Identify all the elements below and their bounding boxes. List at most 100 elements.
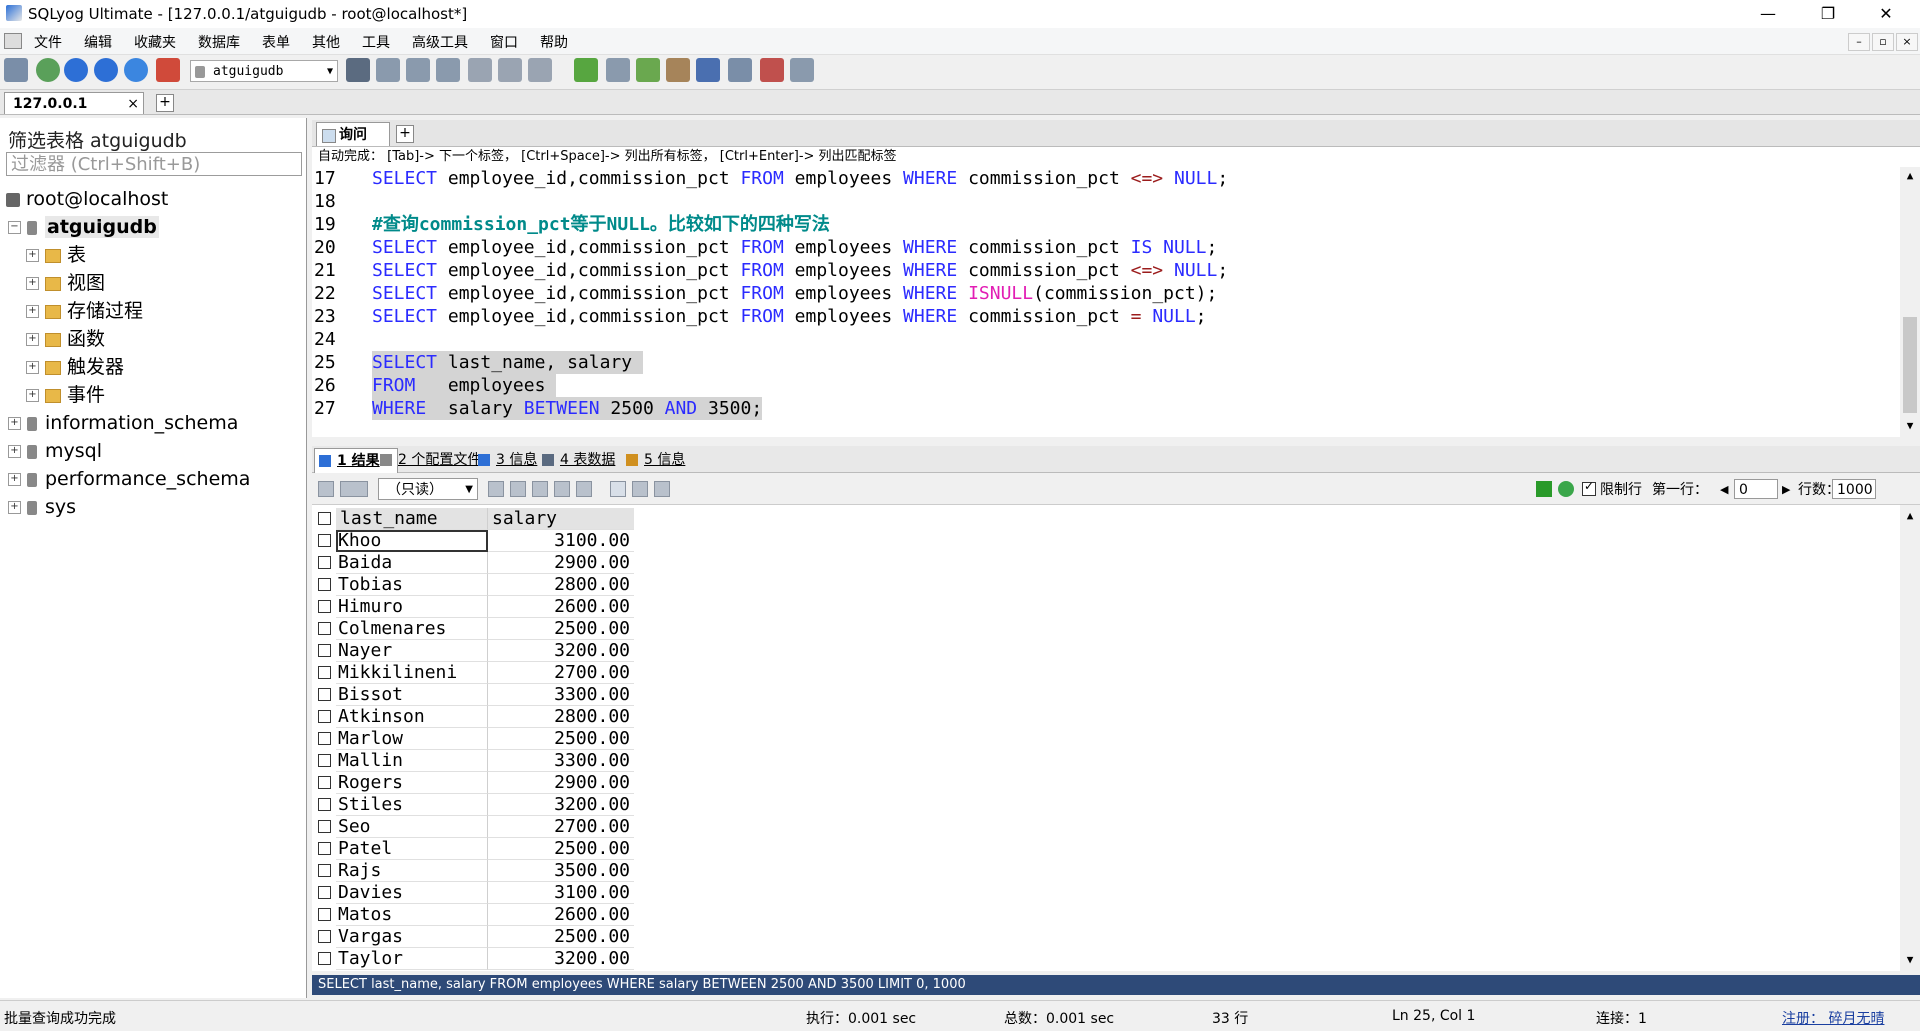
profiler-icon[interactable] [790,58,814,82]
tree-folder[interactable]: + 触发器 [26,354,124,380]
tree-folder[interactable]: + 存储过程 [26,298,143,324]
select-all-checkbox[interactable] [318,512,331,525]
sql-editor[interactable]: 17 SELECT employee_id,commission_pct FROM… [312,167,1920,437]
menu-item[interactable]: 高级工具 [412,32,468,52]
cell-salary[interactable]: 2500.00 [488,728,634,750]
cell-last-name[interactable]: Rajs [336,860,488,882]
maximize-button[interactable]: ❐ [1800,0,1856,28]
cell-last-name[interactable]: Mikkilineni [336,662,488,684]
expand-icon[interactable]: + [26,249,39,262]
text-view-icon[interactable] [654,481,670,497]
cell-last-name[interactable]: Tobias [336,574,488,596]
row-checkbox[interactable] [318,886,331,899]
limit-checkbox[interactable]: ✓ [1582,479,1596,496]
editor-scroll-thumb[interactable] [1903,317,1917,413]
add-connection-tab-button[interactable]: + [156,94,174,112]
cell-salary[interactable]: 3500.00 [488,860,634,882]
table-data-icon[interactable] [436,58,460,82]
menu-item[interactable]: 表单 [262,32,290,52]
tab-query[interactable]: 询问 [316,122,390,146]
row-checkbox[interactable] [318,952,331,965]
cell-last-name[interactable]: Atkinson [336,706,488,728]
cell-last-name[interactable]: Mallin [336,750,488,772]
cell-salary[interactable]: 3100.00 [488,530,634,552]
alter-table-icon[interactable] [406,58,430,82]
first-row-input[interactable]: 0 [1734,479,1778,499]
cell-last-name[interactable]: Rogers [336,772,488,794]
export-results-icon[interactable] [318,481,334,497]
query-builder-icon[interactable] [728,58,752,82]
data-sync-icon[interactable] [606,58,630,82]
tree-folder[interactable]: + 表 [26,242,86,268]
prev-page-icon[interactable]: ◀ [1720,479,1728,501]
row-checkbox[interactable] [318,842,331,855]
connection-tab[interactable]: 127.0.0.1 × [4,92,144,114]
restore-icon[interactable] [498,58,522,82]
refresh-results-icon[interactable] [1558,481,1574,497]
row-checkbox[interactable] [318,688,331,701]
column-header-salary[interactable]: salary [488,508,634,530]
save-icon[interactable] [532,481,548,497]
row-checkbox[interactable] [318,820,331,833]
new-connection-icon[interactable] [4,58,28,82]
scroll-up-icon[interactable]: ▲ [1900,509,1920,522]
cell-salary[interactable]: 2600.00 [488,904,634,926]
register-link[interactable]: 注册： 碎月无晴 [1782,1008,1884,1028]
cell-salary[interactable]: 2500.00 [488,838,634,860]
column-header-last-name[interactable]: last_name [336,508,488,530]
backup-icon[interactable] [468,58,492,82]
copy-row-icon[interactable] [488,481,504,497]
row-checkbox[interactable] [318,908,331,921]
cell-last-name[interactable]: Colmenares [336,618,488,640]
grid-view-icon[interactable] [610,481,626,497]
grid-scrollbar[interactable]: ▲ ▼ [1900,505,1920,971]
cell-salary[interactable]: 2800.00 [488,706,634,728]
row-checkbox[interactable] [318,622,331,635]
minimize-button[interactable]: — [1740,0,1796,28]
result-mode-select[interactable]: （只读） ▼ [378,478,478,500]
cell-salary[interactable]: 2900.00 [488,552,634,574]
cell-last-name[interactable]: Stiles [336,794,488,816]
cell-last-name[interactable]: Himuro [336,596,488,618]
row-checkbox[interactable] [318,600,331,613]
document-icon[interactable] [4,33,22,49]
user-manager-icon[interactable] [346,58,370,82]
export-icon[interactable] [528,58,552,82]
scroll-down-icon[interactable]: ▼ [1900,419,1920,432]
create-table-icon[interactable] [376,58,400,82]
cell-salary[interactable]: 2500.00 [488,618,634,640]
mdi-restore-button[interactable]: ▫ [1872,33,1894,51]
menu-item[interactable]: 编辑 [84,32,112,52]
cell-salary[interactable]: 3100.00 [488,882,634,904]
scroll-down-icon[interactable]: ▼ [1900,953,1920,966]
expand-icon[interactable]: + [26,389,39,402]
database-select[interactable]: atguigudb ▼ [190,60,338,82]
cell-salary[interactable]: 2700.00 [488,662,634,684]
cell-salary[interactable]: 3300.00 [488,750,634,772]
cell-salary[interactable]: 3300.00 [488,684,634,706]
cell-last-name[interactable]: Baida [336,552,488,574]
expand-icon[interactable]: + [8,417,21,430]
editor-scrollbar[interactable]: ▲ ▼ [1900,167,1920,437]
cell-last-name[interactable]: Khoo [336,530,488,552]
tree-folder[interactable]: + 事件 [26,382,105,408]
compare-icon[interactable] [636,58,660,82]
duplicate-row-icon[interactable] [510,481,526,497]
expand-icon[interactable]: + [26,277,39,290]
delete-icon[interactable] [554,481,570,497]
refresh-icon[interactable] [124,58,148,82]
schema-designer-icon[interactable] [760,58,784,82]
tree-db[interactable]: + information_schema [8,410,238,436]
revert-icon[interactable] [576,481,592,497]
cell-salary[interactable]: 2600.00 [488,596,634,618]
row-checkbox[interactable] [318,666,331,679]
cell-last-name[interactable]: Taylor [336,948,488,970]
rows-input[interactable]: 1000 [1832,479,1876,499]
expand-icon[interactable]: + [8,501,21,514]
cell-last-name[interactable]: Seo [336,816,488,838]
schema-sync-icon[interactable] [574,58,598,82]
row-checkbox[interactable] [318,732,331,745]
mdi-close-button[interactable]: × [1896,33,1918,51]
menu-item[interactable]: 帮助 [540,32,568,52]
cell-last-name[interactable]: Vargas [336,926,488,948]
